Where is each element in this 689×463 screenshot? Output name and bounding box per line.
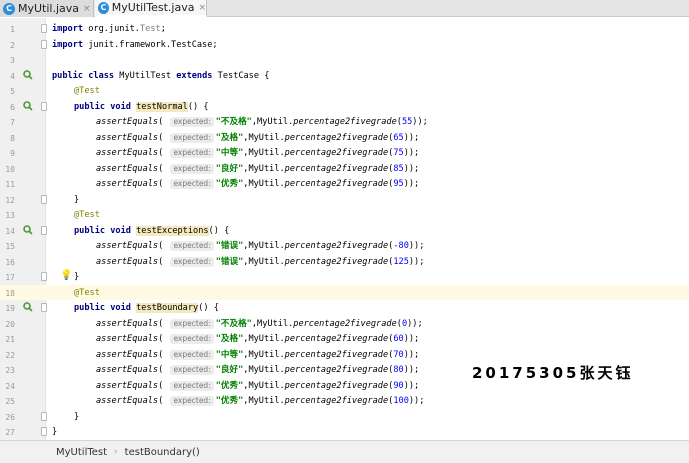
code-line: 2 import junit.framework.TestCase; [10, 39, 218, 50]
fold-marker-icon[interactable] [41, 303, 47, 312]
fold-marker-icon[interactable] [41, 411, 47, 421]
chevron-right-icon: › [114, 447, 118, 457]
author-watermark: 20175305张天钰 [472, 364, 634, 382]
fold-marker-icon[interactable] [41, 194, 47, 204]
code-line: 1 import org.junit.Test; [10, 24, 166, 34]
close-icon[interactable]: × [198, 3, 206, 13]
run-test-icon[interactable] [23, 302, 33, 312]
code-line: 19 public void testBoundary() { [5, 302, 219, 313]
code-line: 16 assertEquals( expected: "错误",MyUtil.pe… [5, 256, 425, 267]
run-test-icon[interactable] [23, 69, 33, 80]
fold-marker-icon[interactable] [41, 101, 47, 111]
fold-marker-icon[interactable] [41, 427, 47, 436]
run-test-icon[interactable] [23, 224, 33, 235]
java-class-icon: C [3, 2, 15, 15]
run-test-icon[interactable] [23, 100, 33, 111]
tab-myutiltest-java[interactable]: C MyUtilTest.java × [95, 0, 207, 17]
code-line: 13 @Test [5, 210, 100, 220]
code-line: 9 assertEquals( expected: "中等",MyUtil.per… [10, 148, 420, 158]
code-line: 15 assertEquals( expected: "错误",MyUtil.pe… [5, 241, 425, 251]
code-line: 21 assertEquals( expected: "及格",MyUtil.pe… [5, 334, 420, 344]
code-line: 26 } [5, 411, 80, 422]
code-line: 3 [10, 56, 15, 65]
breadcrumb: MyUtilTest › testBoundary() [0, 440, 689, 463]
tab-label: MyUtilTest.java [111, 1, 195, 14]
code-line: 12 } [5, 194, 80, 205]
code-line: 27 } [5, 427, 58, 437]
editor-tab-bar: C MyUtil.java × C MyUtilTest.java × [0, 0, 689, 17]
breadcrumb-item-class[interactable]: MyUtilTest [56, 447, 107, 458]
code-line: 7 assertEquals( expected: "不及格",MyUtil.pe… [10, 117, 428, 127]
breadcrumb-item-method[interactable]: testBoundary() [125, 447, 200, 458]
code-line: 6 public void testNormal() { [10, 100, 209, 112]
code-line: 4 public class MyUtilTest extends TestCa… [10, 69, 270, 81]
code-line: 14 public void testExceptions() { [5, 224, 230, 236]
code-line: 25 assertEquals( expected: "优秀",MyUtil.pe… [5, 396, 425, 406]
code-line: 22 assertEquals( expected: "中等",MyUtil.pe… [5, 349, 420, 360]
code-line: 20 assertEquals( expected: "不及格",MyUtil.p… [5, 318, 423, 329]
tab-label: MyUtil.java [18, 2, 80, 15]
code-line: 5 @Test [10, 86, 100, 96]
fold-marker-icon[interactable] [41, 272, 47, 281]
fold-marker-icon[interactable] [41, 225, 47, 235]
fold-marker-icon[interactable] [41, 39, 47, 49]
lightbulb-icon[interactable]: 💡 [60, 270, 72, 281]
fold-marker-icon[interactable] [41, 24, 47, 33]
close-icon[interactable]: × [83, 4, 91, 14]
java-class-icon: C [98, 1, 109, 14]
tab-myutil-java[interactable]: C MyUtil.java × [0, 0, 94, 17]
code-line: 11 assertEquals( expected: "优秀",MyUtil.pe… [5, 179, 420, 189]
code-line: 10 assertEquals( expected: "良好",MyUtil.pe… [5, 163, 420, 174]
code-line: 8 assertEquals( expected: "及格",MyUtil.per… [10, 132, 420, 143]
code-line: 17 💡 } [5, 270, 80, 282]
current-code-line: 18 @Test [0, 284, 689, 300]
